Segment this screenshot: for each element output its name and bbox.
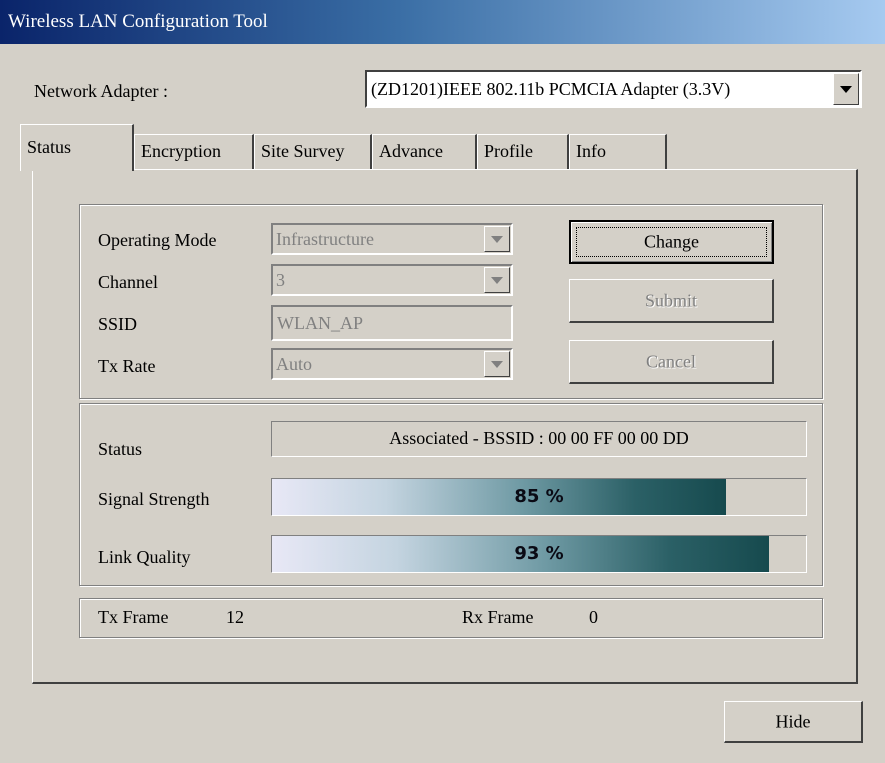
chevron-down-icon	[491, 361, 503, 368]
tx-rate-label: Tx Rate	[98, 356, 156, 376]
tab-profile-label: Profile	[484, 141, 533, 161]
submit-button-label: Submit	[644, 290, 697, 310]
change-button-label: Change	[644, 231, 699, 252]
frame-counters-group: Tx Frame 12 Rx Frame 0	[79, 598, 823, 638]
status-value-box: Associated - BSSID : 00 00 FF 00 00 DD	[271, 421, 807, 457]
chevron-down-icon	[491, 236, 503, 243]
tab-encryption-label: Encryption	[141, 141, 221, 161]
link-quality-percent: 93 %	[514, 543, 564, 564]
signal-strength-percent: 85 %	[514, 486, 564, 507]
ssid-field: WLAN_AP	[271, 305, 513, 341]
cancel-button-label: Cancel	[646, 351, 696, 371]
operating-mode-dropdown-button	[484, 226, 510, 252]
window-title: Wireless LAN Configuration Tool	[8, 11, 268, 32]
status-tab-panel: Operating Mode Infrastructure Channel 3 …	[32, 169, 858, 684]
tab-status-label: Status	[27, 137, 72, 157]
chevron-down-icon	[491, 277, 503, 284]
ssid-label: SSID	[98, 314, 138, 334]
cancel-button: Cancel	[569, 340, 774, 384]
tx-frame-value: 12	[226, 607, 244, 627]
tab-info-label: Info	[576, 141, 606, 161]
signal-strength-label: Signal Strength	[98, 489, 210, 509]
status-value: Associated - BSSID : 00 00 FF 00 00 DD	[389, 428, 689, 448]
rx-frame-value: 0	[589, 607, 598, 627]
tab-info[interactable]: Info	[569, 134, 667, 170]
main-window: Wireless LAN Configuration Tool Network …	[0, 0, 885, 763]
channel-label: Channel	[98, 272, 158, 292]
channel-select: 3	[271, 264, 513, 296]
operating-mode-label: Operating Mode	[98, 230, 217, 250]
channel-dropdown-button	[484, 267, 510, 293]
link-status-group: Status Associated - BSSID : 00 00 FF 00 …	[79, 403, 823, 586]
network-adapter-dropdown-button[interactable]	[833, 73, 859, 105]
hide-button-label: Hide	[775, 711, 811, 731]
configuration-group: Operating Mode Infrastructure Channel 3 …	[79, 204, 823, 399]
link-quality-label: Link Quality	[98, 547, 191, 567]
tab-site-survey[interactable]: Site Survey	[254, 134, 372, 170]
channel-value: 3	[276, 270, 285, 290]
network-adapter-label: Network Adapter :	[34, 81, 168, 101]
rx-frame-label: Rx Frame	[462, 607, 534, 627]
tx-rate-select: Auto	[271, 348, 513, 380]
tab-profile[interactable]: Profile	[477, 134, 569, 170]
link-quality-bar: 93 %	[271, 535, 807, 573]
network-adapter-select[interactable]: (ZD1201)IEEE 802.11b PCMCIA Adapter (3.3…	[365, 70, 862, 108]
title-bar[interactable]: Wireless LAN Configuration Tool	[0, 0, 885, 44]
tab-advance-label: Advance	[379, 141, 443, 161]
network-adapter-value: (ZD1201)IEEE 802.11b PCMCIA Adapter (3.3…	[371, 79, 731, 99]
tab-advance[interactable]: Advance	[372, 134, 477, 170]
hide-button[interactable]: Hide	[724, 701, 863, 743]
operating-mode-select: Infrastructure	[271, 223, 513, 255]
signal-strength-bar: 85 %	[271, 478, 807, 516]
operating-mode-value: Infrastructure	[276, 229, 374, 249]
tab-site-survey-label: Site Survey	[261, 141, 345, 161]
status-label: Status	[98, 439, 143, 459]
tx-rate-value: Auto	[276, 354, 312, 374]
submit-button: Submit	[569, 279, 774, 323]
tab-status[interactable]: Status	[20, 124, 134, 171]
tx-frame-label: Tx Frame	[98, 607, 169, 627]
change-button[interactable]: Change	[569, 220, 774, 264]
tx-rate-dropdown-button	[484, 351, 510, 377]
chevron-down-icon	[840, 86, 852, 93]
ssid-value: WLAN_AP	[277, 313, 363, 333]
tab-encryption[interactable]: Encryption	[134, 134, 254, 170]
